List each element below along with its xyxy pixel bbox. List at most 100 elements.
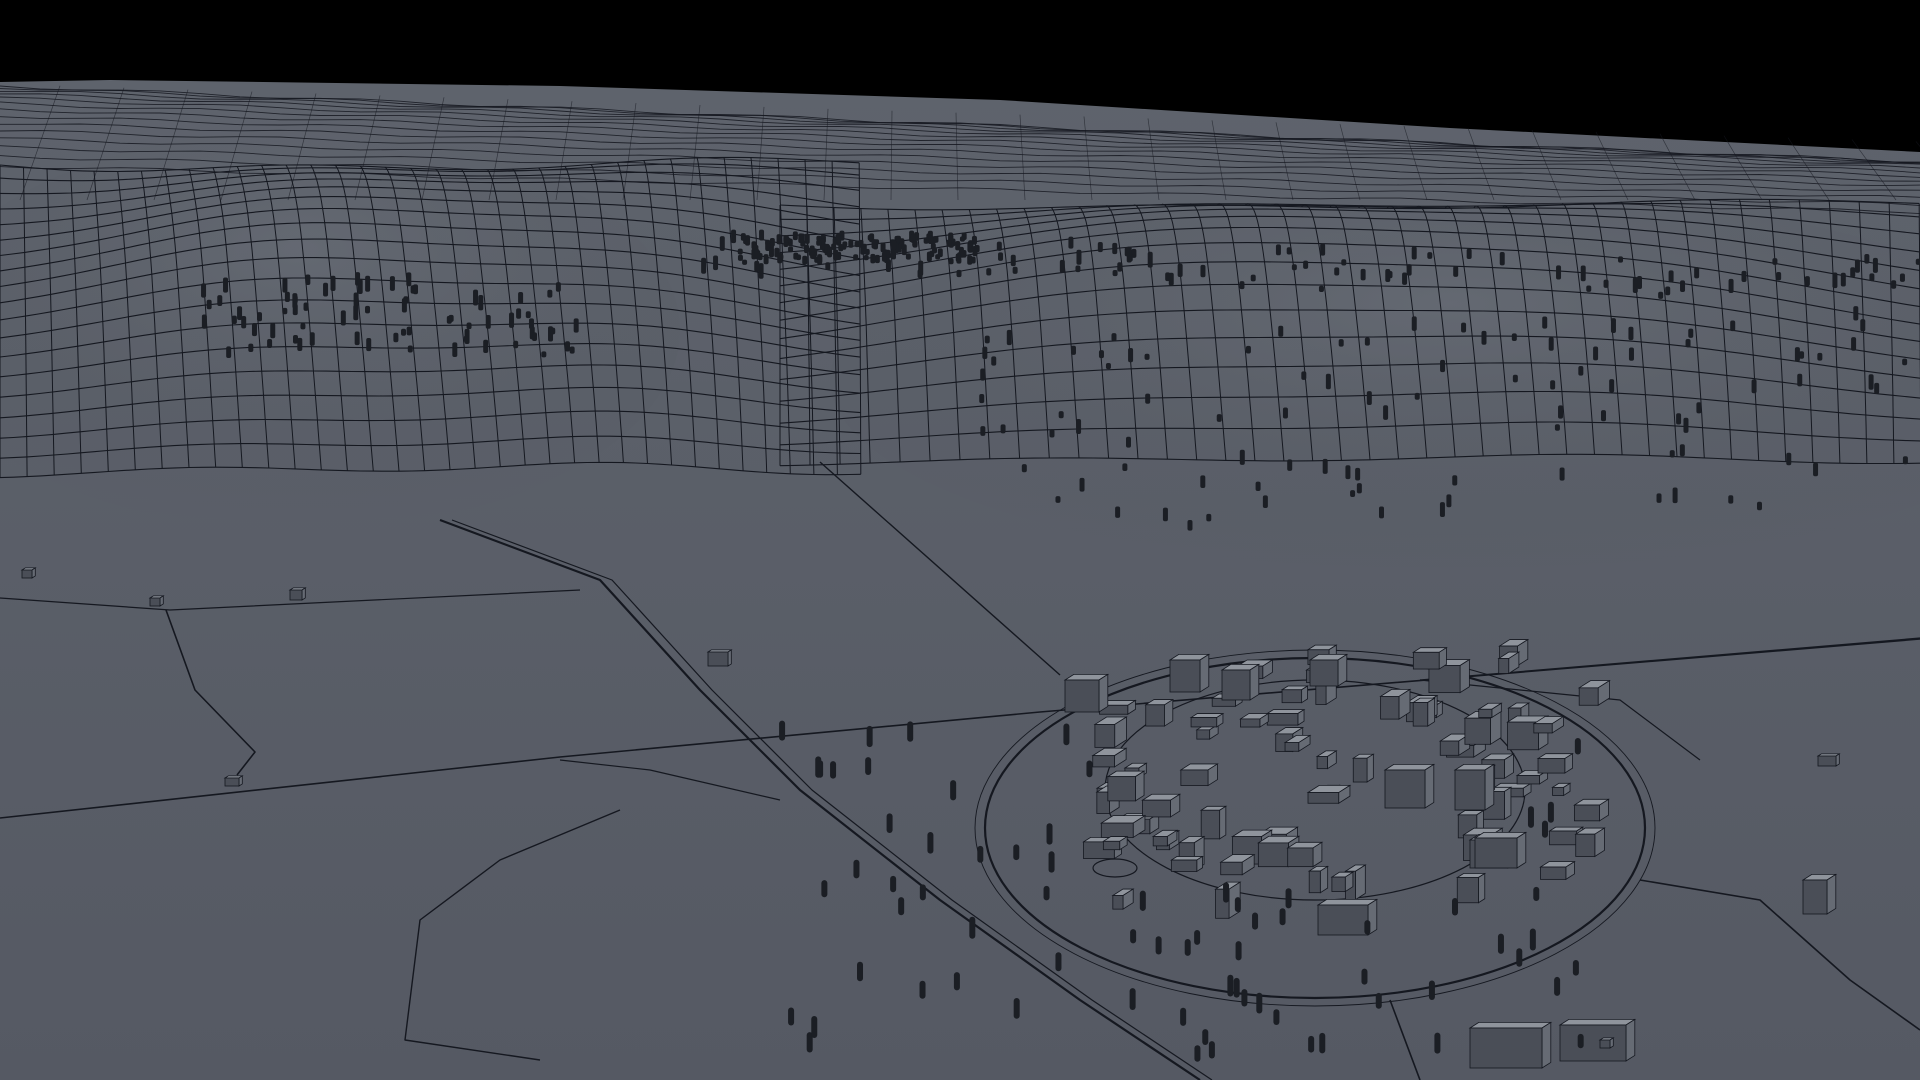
tree-icon — [1680, 280, 1686, 293]
tree-icon — [413, 284, 419, 295]
tree-icon — [874, 254, 880, 264]
tree-icon — [1600, 410, 1606, 422]
building — [20, 567, 37, 579]
tree-icon — [1325, 373, 1331, 390]
tree-icon — [1115, 506, 1121, 518]
tree-icon — [309, 332, 315, 346]
tree-icon — [1117, 262, 1123, 272]
tree-icon — [223, 277, 229, 293]
tree-icon — [1319, 1032, 1326, 1054]
tree-icon — [1345, 465, 1351, 480]
tree-icon — [1558, 405, 1564, 419]
building — [1306, 784, 1352, 804]
tree-icon — [880, 242, 886, 253]
building — [1411, 646, 1448, 670]
tree-icon — [804, 233, 810, 244]
tree-icon — [898, 897, 905, 916]
tree-icon — [1046, 823, 1053, 845]
building — [1144, 698, 1175, 727]
tree-icon — [1406, 264, 1412, 276]
tree-icon — [838, 243, 844, 252]
building — [288, 587, 307, 601]
tree-icon — [853, 859, 860, 879]
tree-icon — [1511, 333, 1517, 341]
tree-icon — [1043, 885, 1050, 901]
tree-icon — [1355, 467, 1361, 481]
tree-icon — [1194, 930, 1201, 945]
tree-icon — [927, 832, 934, 854]
tree-icon — [1070, 345, 1076, 355]
tree-icon — [980, 368, 986, 381]
tree-icon — [870, 253, 876, 264]
tree-icon — [323, 282, 329, 297]
tree-icon — [267, 339, 273, 348]
tree-icon — [935, 254, 941, 260]
tree-icon — [1223, 882, 1230, 903]
tree-icon — [292, 295, 298, 304]
tree-icon — [1364, 920, 1371, 935]
tree-icon — [1572, 959, 1579, 976]
tree-icon — [918, 260, 924, 276]
tree-icon — [890, 875, 897, 893]
tree-icon — [763, 254, 769, 265]
tree-icon — [1130, 929, 1137, 944]
building — [1199, 805, 1228, 840]
tree-icon — [1147, 251, 1153, 268]
tree-icon — [986, 268, 992, 276]
tree-icon — [731, 229, 737, 244]
tree-icon — [1262, 495, 1268, 509]
tree-icon — [907, 721, 914, 742]
tree-icon — [305, 274, 311, 286]
tree-icon — [1915, 258, 1920, 265]
tree-icon — [393, 332, 399, 343]
tree-icon — [1273, 1009, 1280, 1025]
tree-icon — [1097, 241, 1103, 253]
tree-icon — [1013, 844, 1020, 861]
tree-icon — [1112, 242, 1118, 255]
building — [148, 595, 165, 607]
tree-icon — [1282, 407, 1288, 419]
tree-icon — [979, 393, 985, 404]
building — [1330, 871, 1355, 893]
tree-icon — [946, 239, 952, 247]
building — [1106, 770, 1146, 802]
tree-icon — [1665, 286, 1671, 296]
tree-icon — [1383, 405, 1389, 420]
tree-icon — [830, 761, 837, 779]
tree-icon — [1279, 908, 1286, 926]
tree-icon — [1165, 272, 1171, 282]
tree-icon — [980, 426, 986, 436]
tree-icon — [1068, 236, 1074, 249]
tree-icon — [1356, 483, 1362, 494]
tree-icon — [1541, 820, 1548, 838]
tree-icon — [1427, 252, 1433, 259]
building — [1453, 763, 1496, 811]
tree-icon — [1155, 936, 1162, 955]
tree-icon — [1497, 933, 1504, 954]
tree-icon — [810, 251, 816, 259]
tree-icon — [217, 295, 223, 306]
tree-icon — [737, 254, 743, 261]
tree-icon — [1233, 977, 1240, 998]
tree-icon — [547, 289, 553, 298]
tree-icon — [1180, 1007, 1187, 1026]
tree-icon — [509, 312, 515, 328]
tree-icon — [270, 322, 276, 339]
tree-icon — [1559, 467, 1565, 481]
tree-icon — [1813, 462, 1819, 477]
tree-icon — [1194, 1045, 1201, 1062]
tree-icon — [768, 247, 774, 258]
tree-icon — [1200, 264, 1206, 278]
tree-icon — [1817, 352, 1823, 361]
tree-icon — [513, 340, 519, 349]
tree-icon — [452, 342, 458, 358]
tree-icon — [569, 346, 575, 354]
tree-icon — [555, 282, 561, 292]
tree-icon — [1216, 414, 1222, 422]
tree-icon — [1301, 371, 1307, 380]
tree-icon — [1366, 391, 1372, 406]
building — [1536, 752, 1574, 774]
building — [1473, 831, 1528, 869]
tree-icon — [905, 253, 911, 260]
building — [1286, 841, 1324, 868]
